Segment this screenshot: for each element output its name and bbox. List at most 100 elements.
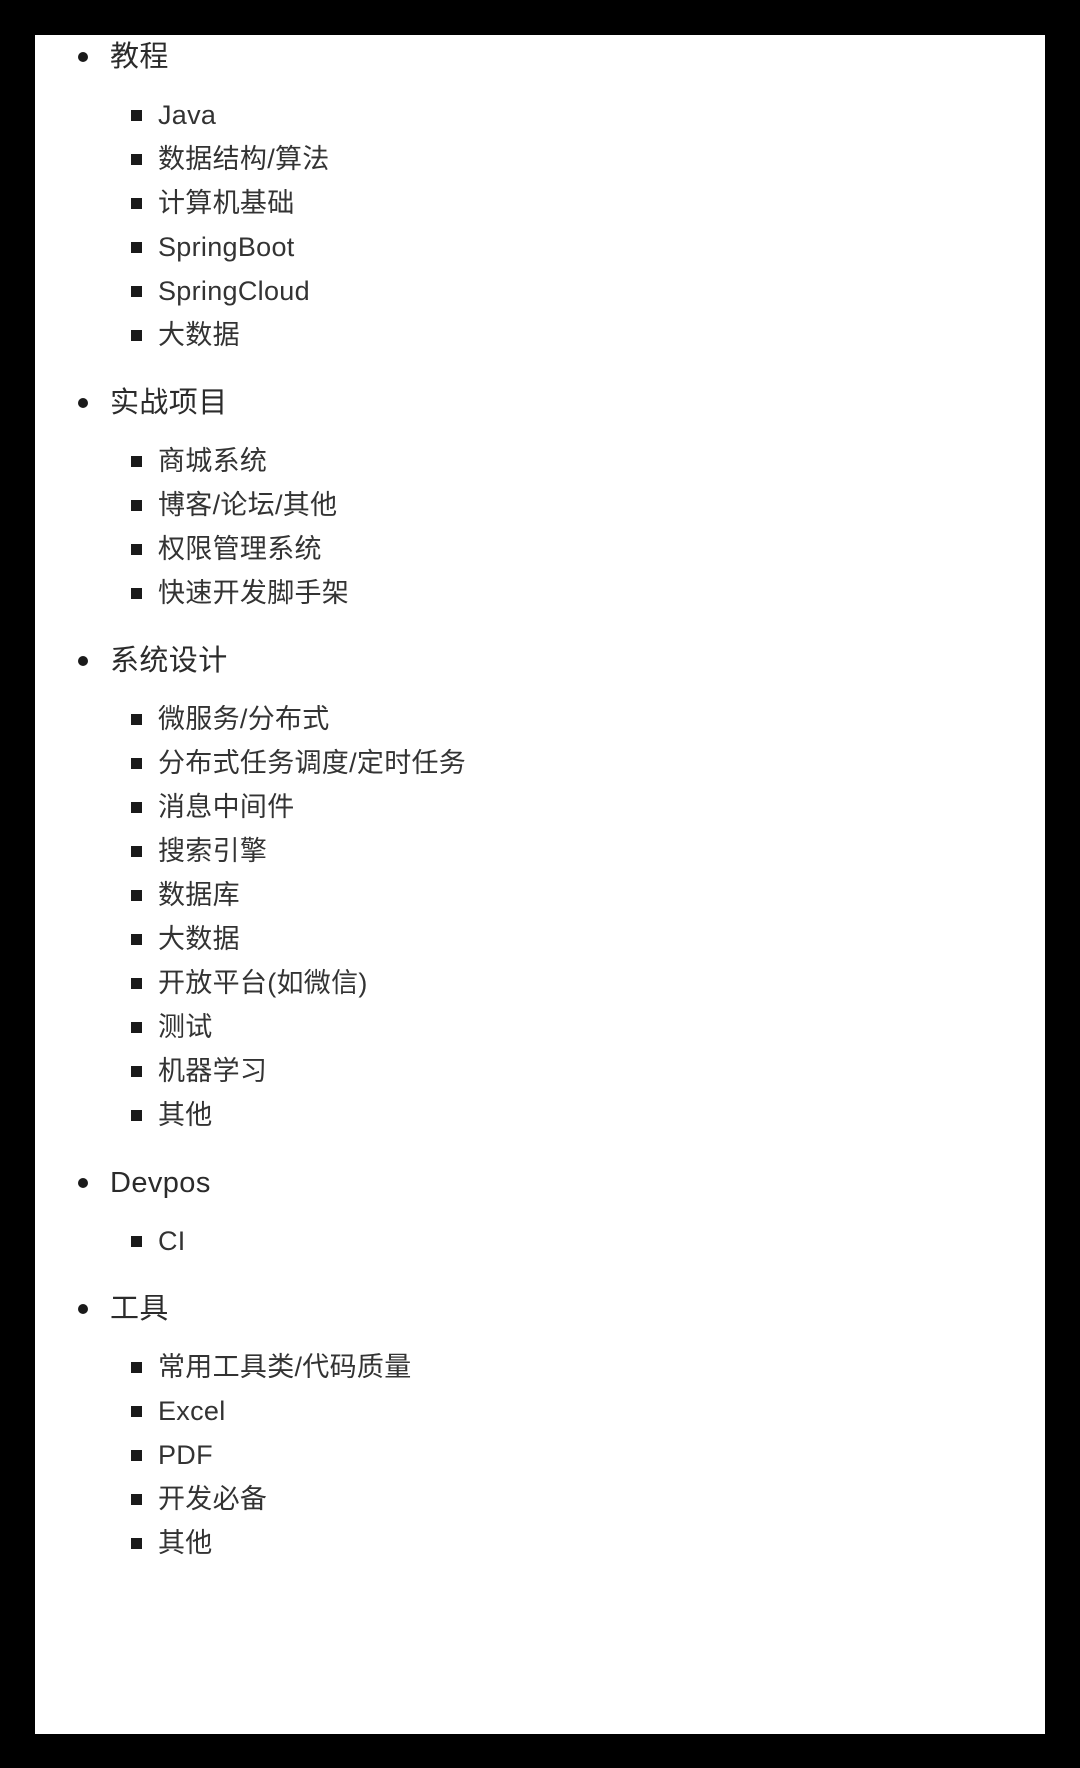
outline-group-row[interactable]: 工具 bbox=[35, 1287, 1045, 1331]
outline-subitem-label: PDF bbox=[158, 1440, 213, 1470]
outline-group-row[interactable]: 教程 bbox=[35, 35, 1045, 79]
outline-group-label: Devpos bbox=[110, 1167, 211, 1199]
square-bullet-icon bbox=[131, 802, 142, 813]
outline-group-label: 实战项目 bbox=[110, 387, 228, 419]
outline-subitem-label: 微服务/分布式 bbox=[158, 704, 330, 734]
square-bullet-icon bbox=[131, 1022, 142, 1033]
outline-subitem-label: SpringBoot bbox=[158, 232, 295, 262]
square-bullet-icon bbox=[131, 544, 142, 555]
square-bullet-icon bbox=[131, 890, 142, 901]
outline-subitem[interactable]: 数据库 bbox=[35, 873, 1045, 917]
outline-group-row[interactable]: 系统设计 bbox=[35, 639, 1045, 683]
outline-group: 实战项目商城系统博客/论坛/其他 权限管理系统 快速开发脚手架 bbox=[35, 381, 1045, 615]
outline-subitem-label: 权限管理系统 bbox=[158, 534, 322, 564]
outline-group: 工具常用工具类/代码质量 Excel PDF 开发必备其他 bbox=[35, 1287, 1045, 1565]
outline-list: 教程 Java 数据结构/算法 计算机基础 SpringBoot SpringCloud 大… bbox=[35, 35, 1045, 1565]
page-root: 教程 Java 数据结构/算法 计算机基础 SpringBoot SpringCloud 大… bbox=[0, 0, 1080, 1768]
outline-subitem[interactable]: 其他 bbox=[35, 1521, 1045, 1565]
square-bullet-icon bbox=[131, 330, 142, 341]
square-bullet-icon bbox=[131, 154, 142, 165]
square-bullet-icon bbox=[131, 110, 142, 121]
outline-subitem[interactable]: 博客/论坛/其他 bbox=[35, 483, 1045, 527]
outline-sublist: 商城系统博客/论坛/其他 权限管理系统 快速开发脚手架 bbox=[35, 439, 1045, 615]
outline-group-label: 系统设计 bbox=[110, 645, 228, 677]
outline-subitem[interactable]: 开发必备 bbox=[35, 1477, 1045, 1521]
square-bullet-icon bbox=[131, 500, 142, 511]
outline-group: 系统设计微服务/分布式分布式任务调度/定时任务 消息中间件搜索引擎数据库大数据开放… bbox=[35, 639, 1045, 1137]
outline-subitem[interactable]: 数据结构/算法 bbox=[35, 137, 1045, 181]
outline-subitem-label: 大数据 bbox=[158, 924, 240, 954]
outline-subitem-label: 测试 bbox=[158, 1012, 213, 1042]
outline-subitem[interactable]: 快速开发脚手架 bbox=[35, 571, 1045, 615]
outline-sublist: Java 数据结构/算法 计算机基础 SpringBoot SpringCloud 大数据 bbox=[35, 93, 1045, 357]
square-bullet-icon bbox=[131, 286, 142, 297]
outline-subitem-label: Java bbox=[158, 100, 217, 130]
outline-subitem[interactable]: Java bbox=[35, 93, 1045, 137]
outline-group-label: 工具 bbox=[110, 1293, 169, 1325]
square-bullet-icon bbox=[131, 1538, 142, 1549]
outline-subitem[interactable]: 权限管理系统 bbox=[35, 527, 1045, 571]
square-bullet-icon bbox=[131, 198, 142, 209]
outline-subitem[interactable]: 计算机基础 bbox=[35, 181, 1045, 225]
square-bullet-icon bbox=[131, 1110, 142, 1121]
outline-subitem[interactable]: 大数据 bbox=[35, 917, 1045, 961]
outline-subitem-label: 大数据 bbox=[158, 320, 240, 350]
disc-bullet-icon bbox=[78, 1304, 88, 1314]
outline-subitem[interactable]: 商城系统 bbox=[35, 439, 1045, 483]
outline-subitem-label: 快速开发脚手架 bbox=[158, 578, 350, 608]
outline-subitem[interactable]: 分布式任务调度/定时任务 bbox=[35, 741, 1045, 785]
square-bullet-icon bbox=[131, 456, 142, 467]
outline-subitem-label: Excel bbox=[158, 1396, 226, 1426]
outline-group-row[interactable]: 实战项目 bbox=[35, 381, 1045, 425]
outline-subitem-label: 其他 bbox=[158, 1100, 213, 1130]
square-bullet-icon bbox=[131, 242, 142, 253]
outline-subitem-label: 搜索引擎 bbox=[158, 836, 268, 866]
square-bullet-icon bbox=[131, 714, 142, 725]
outline-subitem-label: 开发必备 bbox=[158, 1484, 268, 1514]
disc-bullet-icon bbox=[78, 398, 88, 408]
outline-subitem-label: 分布式任务调度/定时任务 bbox=[158, 748, 467, 778]
outline-group: 教程 Java 数据结构/算法 计算机基础 SpringBoot SpringCloud 大… bbox=[35, 35, 1045, 357]
outline-subitem-label: 博客/论坛/其他 bbox=[158, 490, 338, 520]
square-bullet-icon bbox=[131, 1066, 142, 1077]
square-bullet-icon bbox=[131, 1494, 142, 1505]
outline-subitem[interactable]: 搜索引擎 bbox=[35, 829, 1045, 873]
square-bullet-icon bbox=[131, 758, 142, 769]
disc-bullet-icon bbox=[78, 656, 88, 666]
outline-subitem-label: 计算机基础 bbox=[158, 188, 295, 218]
outline-subitem[interactable]: PDF bbox=[35, 1433, 1045, 1477]
outline-subitem-label: 消息中间件 bbox=[158, 792, 295, 822]
outline-subitem[interactable]: 常用工具类/代码质量 bbox=[35, 1345, 1045, 1389]
outline-subitem-label: 商城系统 bbox=[158, 446, 268, 476]
outline-sublist: 常用工具类/代码质量 Excel PDF 开发必备其他 bbox=[35, 1345, 1045, 1565]
outline-subitem-label: 数据结构/算法 bbox=[158, 144, 330, 174]
disc-bullet-icon bbox=[78, 52, 88, 62]
outline-subitem[interactable]: Excel bbox=[35, 1389, 1045, 1433]
square-bullet-icon bbox=[131, 934, 142, 945]
outline-group-row[interactable]: Devpos bbox=[35, 1161, 1045, 1205]
square-bullet-icon bbox=[131, 588, 142, 599]
outline-subitem[interactable]: SpringBoot bbox=[35, 225, 1045, 269]
outline-subitem[interactable]: 消息中间件 bbox=[35, 785, 1045, 829]
outline-subitem[interactable]: SpringCloud bbox=[35, 269, 1045, 313]
outline-subitem-label: SpringCloud bbox=[158, 276, 310, 306]
outline-subitem-label: 其他 bbox=[158, 1528, 213, 1558]
outline-subitem-label: CI bbox=[158, 1226, 186, 1256]
disc-bullet-icon bbox=[78, 1178, 88, 1188]
outline-subitem[interactable]: 大数据 bbox=[35, 313, 1045, 357]
outline-subitem[interactable]: CI bbox=[35, 1219, 1045, 1263]
outline-subitem[interactable]: 机器学习 bbox=[35, 1049, 1045, 1093]
outline-subitem[interactable]: 测试 bbox=[35, 1005, 1045, 1049]
square-bullet-icon bbox=[131, 1450, 142, 1461]
outline-subitem[interactable]: 开放平台(如微信) bbox=[35, 961, 1045, 1005]
outline-subitem-label: 机器学习 bbox=[158, 1056, 268, 1086]
content-card: 教程 Java 数据结构/算法 计算机基础 SpringBoot SpringCloud 大… bbox=[35, 35, 1045, 1734]
square-bullet-icon bbox=[131, 978, 142, 989]
outline-subitem-label: 开放平台(如微信) bbox=[158, 968, 368, 998]
outline-subitem[interactable]: 其他 bbox=[35, 1093, 1045, 1137]
square-bullet-icon bbox=[131, 1406, 142, 1417]
square-bullet-icon bbox=[131, 846, 142, 857]
outline-sublist: CI bbox=[35, 1219, 1045, 1263]
outline-subitem[interactable]: 微服务/分布式 bbox=[35, 697, 1045, 741]
outline-sublist: 微服务/分布式分布式任务调度/定时任务 消息中间件搜索引擎数据库大数据开放平台(如… bbox=[35, 697, 1045, 1137]
